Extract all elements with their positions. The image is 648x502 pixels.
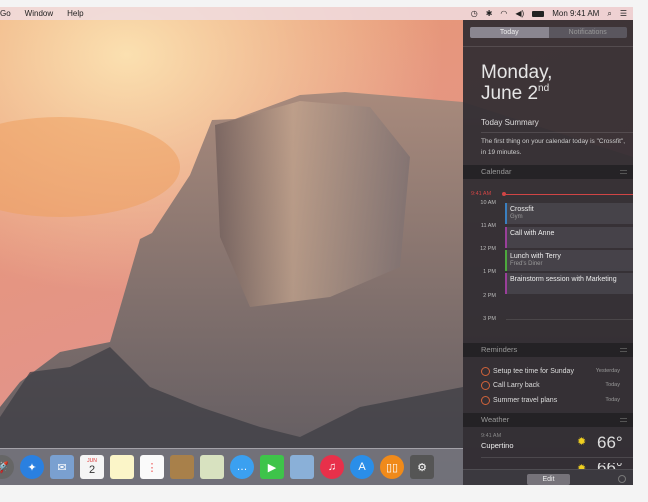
divider xyxy=(463,46,633,47)
weather-city: Cupertino xyxy=(481,441,514,450)
reminder-checkbox[interactable] xyxy=(481,366,490,376)
time-label: 3 PM xyxy=(483,316,496,322)
dock-itunes-icon[interactable]: ♫ xyxy=(320,455,344,479)
current-time-dot xyxy=(502,192,506,196)
date-day: June 2nd xyxy=(481,83,550,104)
reminder-checkbox[interactable] xyxy=(481,395,490,405)
calendar-header: Calendar xyxy=(463,165,633,179)
notification-center-panel: Today Notifications Monday, June 2nd Tod… xyxy=(463,20,633,485)
more-options-icon[interactable] xyxy=(618,475,626,483)
dock-contacts-icon[interactable] xyxy=(170,455,194,479)
battery-icon[interactable] xyxy=(532,10,545,17)
dock-ibooks-icon[interactable]: ▯▯ xyxy=(380,455,404,479)
drag-handle-icon[interactable] xyxy=(620,348,627,352)
menu-clock[interactable]: Mon 9:41 AM xyxy=(552,9,599,18)
calendar-event[interactable]: Crossfit Gym xyxy=(505,203,633,224)
panel-footer: Edit xyxy=(463,469,633,485)
sun-icon: ✹ xyxy=(577,436,587,448)
menu-bar: Go Window Help ◷ ✱ ◠ ◀) Mon 9:41 AM ⌕ ☰ xyxy=(0,7,633,20)
bluetooth-icon[interactable]: ✱ xyxy=(486,9,493,18)
menu-help[interactable]: Help xyxy=(67,9,83,18)
edit-button[interactable]: Edit xyxy=(527,474,570,485)
dock-launchpad-icon[interactable]: 🚀 xyxy=(0,455,14,479)
current-time-line xyxy=(503,194,633,195)
date-weekday: Monday, xyxy=(481,62,553,83)
notification-center-icon[interactable]: ☰ xyxy=(620,9,627,18)
today-summary-text: The first thing on your calendar today i… xyxy=(481,138,626,156)
calendar-event[interactable]: Call with Anne xyxy=(505,227,633,248)
tab-today[interactable]: Today xyxy=(470,27,549,38)
reminders-header: Reminders xyxy=(463,343,633,357)
weather-time: 9:41 AM xyxy=(481,433,502,439)
dock-app-store-icon[interactable]: A xyxy=(350,455,374,479)
weather-temperature: 66° xyxy=(597,433,623,452)
menu-go[interactable]: Go xyxy=(0,9,11,18)
reminder-item: Setup tee time for Sunday Yesterday xyxy=(481,366,626,376)
dock-calendar-icon[interactable]: JUN 2 xyxy=(80,455,104,479)
menu-window[interactable]: Window xyxy=(25,9,53,18)
sun-icon: ✹ xyxy=(577,463,587,469)
tab-notifications[interactable]: Notifications xyxy=(548,27,627,38)
reminder-item: Summer travel plans Today xyxy=(481,395,626,405)
drag-handle-icon[interactable] xyxy=(620,170,627,174)
volume-icon[interactable]: ◀) xyxy=(515,9,524,18)
time-label: 10 AM xyxy=(480,200,496,206)
dock: 🚀 ✦ ✉ JUN 2 ⋮ … ▶ ♫ A ▯▯ ⚙ xyxy=(0,448,463,485)
dock-safari-icon[interactable]: ✦ xyxy=(20,455,44,479)
today-summary-title: Today Summary xyxy=(481,118,539,127)
dock-iphoto-icon[interactable] xyxy=(290,455,314,479)
wifi-icon[interactable]: ◠ xyxy=(500,9,507,18)
drag-handle-icon[interactable] xyxy=(620,418,627,422)
time-label: 12 PM xyxy=(480,246,496,252)
dock-reminders-icon[interactable]: ⋮ xyxy=(140,455,164,479)
dock-messages-icon[interactable]: … xyxy=(230,455,254,479)
divider xyxy=(481,457,633,458)
dock-facetime-icon[interactable]: ▶ xyxy=(260,455,284,479)
calendar-event[interactable]: Brainstorm session with Marketing xyxy=(505,273,633,294)
time-label: 1 PM xyxy=(483,269,496,275)
spotlight-icon[interactable]: ⌕ xyxy=(607,9,611,19)
panel-tabs: Today Notifications xyxy=(470,27,627,38)
dock-maps-icon[interactable] xyxy=(200,455,224,479)
desktop: Go Window Help ◷ ✱ ◠ ◀) Mon 9:41 AM ⌕ ☰ … xyxy=(0,7,633,485)
time-label: 2 PM xyxy=(483,293,496,299)
reminder-item: Call Larry back Today xyxy=(481,380,626,390)
dock-system-preferences-icon[interactable]: ⚙ xyxy=(410,455,434,479)
weather-header: Weather xyxy=(463,413,633,427)
divider xyxy=(481,132,633,133)
calendar-event[interactable]: Lunch with Terry Fred's Diner xyxy=(505,250,633,271)
time-label: 11 AM xyxy=(480,223,496,229)
dock-notes-icon[interactable] xyxy=(110,455,134,479)
current-time-label: 9:41 AM xyxy=(471,191,492,197)
dock-mail-icon[interactable]: ✉ xyxy=(50,455,74,479)
reminder-checkbox[interactable] xyxy=(481,380,490,390)
hour-line xyxy=(506,319,633,320)
time-machine-icon[interactable]: ◷ xyxy=(471,9,478,18)
